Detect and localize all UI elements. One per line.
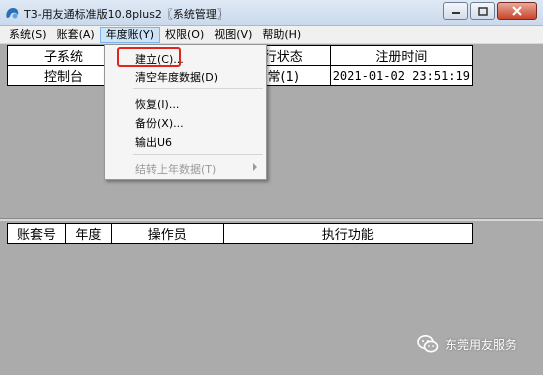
wechat-icon	[417, 335, 439, 353]
column-header: 执行功能	[222, 223, 474, 244]
maximize-button[interactable]	[470, 2, 495, 20]
annual-account-dropdown: 建立(C)... 清空年度数据(D) 恢复(I)... 备份(X)... 输出U…	[104, 44, 267, 180]
menu-bar: 系统(S) 账套(A) 年度账(Y) 权限(O) 视图(V) 帮助(H)	[0, 26, 543, 44]
window-controls	[443, 2, 537, 20]
submenu-arrow-icon	[253, 163, 257, 171]
menu-item-restore[interactable]: 恢复(I)...	[135, 96, 179, 112]
menu-separator	[133, 154, 263, 155]
menu-separator	[133, 88, 263, 89]
menu-account-set[interactable]: 账套(A)	[52, 27, 100, 43]
column-header: 注册时间	[329, 45, 474, 66]
menu-item-backup[interactable]: 备份(X)...	[135, 115, 184, 131]
window-title: T3-用友通标准版10.8plus2〖系统管理〗	[24, 8, 228, 21]
minimize-button[interactable]	[443, 2, 468, 20]
column-header: 年度	[64, 223, 112, 244]
title-bar[interactable]: T3-用友通标准版10.8plus2〖系统管理〗	[0, 0, 543, 26]
menu-view[interactable]: 视图(V)	[209, 27, 257, 43]
menu-item-create[interactable]: 建立(C)...	[135, 51, 184, 67]
menu-item-export-u6[interactable]: 输出U6	[135, 134, 172, 150]
menu-item-carry-forward: 结转上年数据(T)	[135, 163, 217, 176]
table-header-row: 账套号 年度 操作员 执行功能	[7, 223, 474, 244]
minimize-icon	[451, 12, 460, 14]
watermark: 东莞用友服务	[417, 334, 517, 354]
menu-system[interactable]: 系统(S)	[4, 27, 52, 43]
menu-annual-account[interactable]: 年度账(Y)	[99, 26, 160, 43]
maximize-icon	[477, 6, 488, 16]
table-cell: 2021-01-02 23:51:19	[329, 65, 474, 86]
close-button[interactable]	[497, 2, 537, 20]
task-table: 账套号 年度 操作员 执行功能	[7, 223, 474, 244]
app-icon	[6, 8, 19, 19]
watermark-text: 东莞用友服务	[445, 337, 518, 352]
column-header: 子系统	[7, 45, 120, 66]
app-window: T3-用友通标准版10.8plus2〖系统管理〗 系统(S) 账套(A) 年度账…	[0, 0, 543, 375]
column-header: 操作员	[110, 223, 224, 244]
menu-permissions[interactable]: 权限(O)	[160, 27, 209, 43]
pane-splitter[interactable]	[0, 218, 543, 221]
table-cell: 控制台	[7, 65, 120, 86]
column-header: 账套号	[7, 223, 66, 244]
menu-item-clear-year-data[interactable]: 清空年度数据(D)	[135, 69, 218, 85]
menu-help[interactable]: 帮助(H)	[257, 27, 306, 43]
close-icon	[512, 6, 522, 16]
